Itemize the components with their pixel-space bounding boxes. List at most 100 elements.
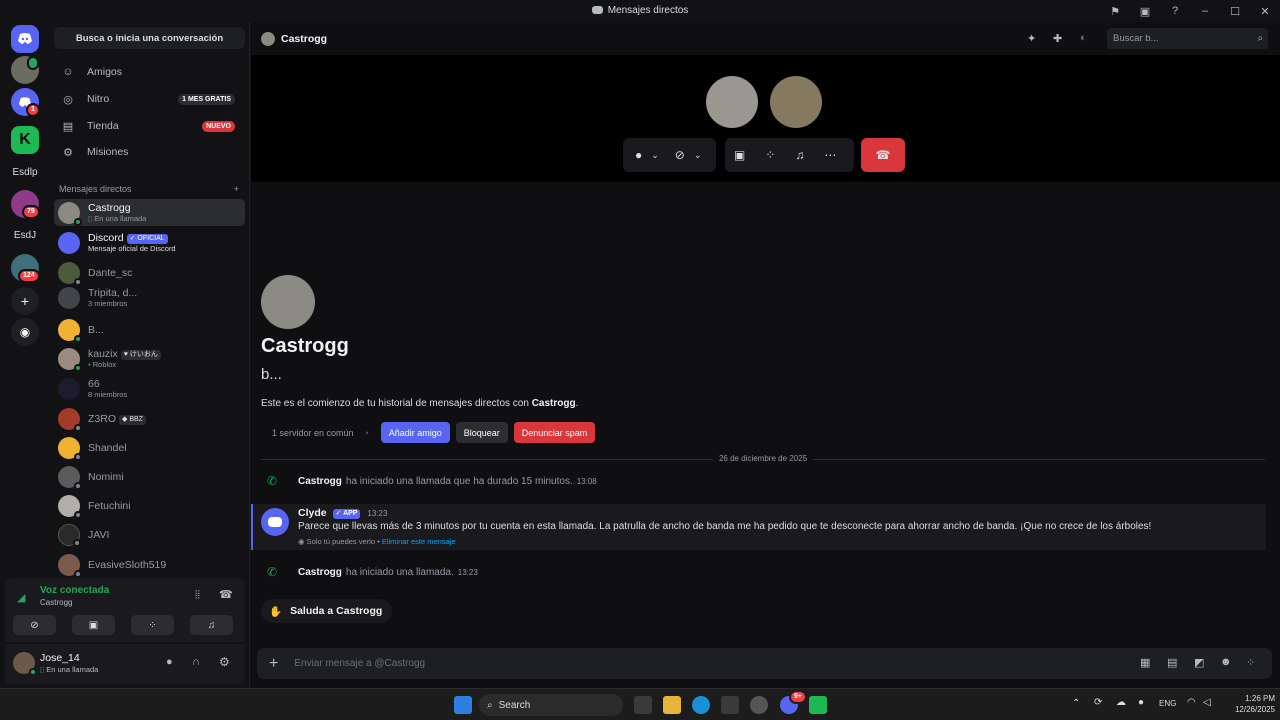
store-icon[interactable]: [721, 696, 739, 714]
help-icon[interactable]: ?: [1160, 0, 1190, 22]
screen-share-button[interactable]: ▣: [72, 615, 115, 635]
dm-item[interactable]: Fetuchini: [54, 492, 245, 519]
call-participant-avatar[interactable]: [706, 76, 758, 128]
chevron-down-icon[interactable]: ⌄: [651, 150, 659, 161]
add-member-icon[interactable]: ✚: [1053, 32, 1062, 45]
pin-icon[interactable]: ✦: [1027, 32, 1036, 45]
cloud-icon[interactable]: ☁: [1116, 697, 1126, 708]
gif-icon[interactable]: ▤: [1167, 656, 1177, 669]
soundboard-icon[interactable]: ♫: [795, 148, 804, 162]
greet-button[interactable]: ✋ Saluda a Castrogg: [261, 599, 393, 623]
activities-button[interactable]: ⁘: [131, 615, 174, 635]
user-avatar[interactable]: [13, 652, 37, 676]
clock[interactable]: 1:26 PM 12/26/2025: [1219, 693, 1275, 715]
sticker-icon[interactable]: ◩: [1194, 656, 1204, 669]
edge-icon[interactable]: [692, 696, 710, 714]
video-off-button[interactable]: ⊘: [13, 615, 56, 635]
server-label-esdj[interactable]: EsdJ: [0, 230, 50, 241]
camera-off-icon[interactable]: ⊘: [675, 148, 685, 162]
close-button[interactable]: ✕: [1250, 0, 1280, 22]
dm-item-group[interactable]: 66 8 miembros: [54, 375, 245, 402]
user-status-text: En una llamada: [46, 665, 99, 674]
activities-icon[interactable]: ⁘: [765, 148, 775, 162]
settings-gear-icon[interactable]: ⚙: [219, 655, 230, 669]
user-profile-icon[interactable]: ◐: [1080, 32, 1087, 44]
add-friend-button[interactable]: Añadir amigo: [380, 422, 450, 443]
dm-item[interactable]: kauzix ♥ けいおん ▪ Roblox: [54, 345, 245, 372]
discover-icon[interactable]: ◉: [11, 318, 39, 346]
nav-nitro[interactable]: ◎ Nitro 1 MES GRATIS: [54, 87, 245, 111]
headphones-icon[interactable]: ∩: [192, 656, 200, 668]
dm-item[interactable]: EvasiveSloth519: [54, 551, 245, 578]
message-input[interactable]: Enviar mensaje a @Castrogg: [294, 658, 425, 669]
dm-item-discord[interactable]: Discord ✓ OFICIAL Mensaje oficial de Disco…: [54, 229, 245, 256]
steam-icon[interactable]: [750, 696, 768, 714]
dm-item-group[interactable]: Tripita, d... 3 miembros: [54, 284, 245, 311]
file-explorer-icon[interactable]: [663, 696, 681, 714]
dm-item[interactable]: JAVI: [54, 521, 245, 548]
server-label-esdlp[interactable]: Esdlp: [0, 167, 50, 178]
header-search-input[interactable]: Buscar b... ⌕: [1107, 28, 1268, 49]
start-icon[interactable]: [454, 696, 472, 714]
flag-icon[interactable]: ⚑: [1100, 0, 1130, 22]
task-view-icon[interactable]: [634, 696, 652, 714]
dm-item[interactable]: B...: [54, 316, 245, 343]
kick-icon[interactable]: [809, 696, 827, 714]
message-author[interactable]: Castrogg: [298, 567, 342, 578]
chevron-up-icon[interactable]: ⌃: [1072, 698, 1080, 709]
call-participant-avatar[interactable]: [770, 76, 822, 128]
gift-icon[interactable]: ▦: [1140, 656, 1150, 669]
wifi-icon[interactable]: ◠: [1187, 697, 1196, 708]
attach-plus-icon[interactable]: +: [269, 655, 278, 673]
mic-icon[interactable]: ●: [635, 148, 642, 162]
dm-item[interactable]: Nomimi: [54, 463, 245, 490]
block-button[interactable]: Bloquear: [455, 422, 508, 443]
nitro-pill: 1 MES GRATIS: [178, 93, 235, 105]
voice-channel[interactable]: Castrogg: [40, 598, 72, 607]
nav-store[interactable]: ▤ Tienda NUEVO: [54, 114, 245, 138]
message-author[interactable]: Castrogg: [298, 476, 342, 487]
dm-item[interactable]: Z3RO ◆ BBZ: [54, 405, 245, 432]
volume-icon[interactable]: ◁: [1203, 697, 1211, 708]
username[interactable]: Jose_14: [40, 652, 80, 664]
delete-message-link[interactable]: Eliminar este mensaje: [382, 537, 456, 546]
chevron-down-icon[interactable]: ⌄: [694, 150, 702, 161]
report-spam-button[interactable]: Denunciar spam: [513, 422, 596, 443]
noise-suppression-icon[interactable]: ⦙⦙: [195, 589, 200, 602]
screen-share-icon[interactable]: ▣: [734, 148, 745, 162]
home-button[interactable]: [11, 25, 39, 53]
dm-item[interactable]: Shandel: [54, 434, 245, 461]
mic-tray-icon[interactable]: ●: [1138, 697, 1144, 708]
nav-friends[interactable]: ☺ Amigos: [54, 60, 245, 84]
sync-icon[interactable]: ⟳: [1094, 697, 1102, 708]
message-author[interactable]: Clyde: [298, 507, 327, 519]
more-icon[interactable]: ⋯: [824, 148, 836, 162]
message-text: ha iniciado una llamada que ha durado 15…: [345, 475, 573, 487]
avatar: [58, 436, 82, 461]
mutual-servers[interactable]: 1 servidor en común: [272, 428, 354, 438]
disconnect-icon[interactable]: ☎: [219, 588, 233, 601]
apps-icon[interactable]: ⁘: [1246, 656, 1255, 669]
dm-sub: 3 miembros: [88, 299, 128, 308]
hang-up-button[interactable]: ☎: [861, 138, 905, 172]
dm-item-castrogg[interactable]: Castrogg ▯ En una llamada: [54, 199, 245, 226]
profile-avatar[interactable]: [261, 275, 315, 329]
clyde-avatar[interactable]: [261, 508, 289, 536]
language-indicator[interactable]: ENG: [1159, 699, 1176, 708]
new-dm-plus-icon[interactable]: +: [234, 184, 239, 194]
soundboard-button[interactable]: ♫: [190, 615, 233, 635]
add-server-icon[interactable]: +: [11, 287, 39, 315]
search-conversation-button[interactable]: Busca o inicia una conversación: [54, 27, 245, 49]
server-k[interactable]: K: [11, 126, 39, 154]
mic-icon[interactable]: ●: [166, 656, 173, 668]
dm-item[interactable]: Dante_sc: [54, 259, 245, 286]
mic-control[interactable]: ● ⌄ ⊘ ⌄: [623, 138, 716, 172]
minimize-button[interactable]: –: [1190, 0, 1220, 22]
nav-quests[interactable]: ⚙ Misiones: [54, 140, 245, 164]
screen-share-icon[interactable]: ▣: [1130, 0, 1160, 22]
dm-name: 66: [88, 378, 100, 390]
taskbar-search[interactable]: ⌕ Search: [479, 694, 623, 716]
maximize-button[interactable]: ☐: [1220, 0, 1250, 22]
emoji-icon[interactable]: ☻: [1220, 656, 1232, 668]
message-composer[interactable]: + Enviar mensaje a @Castrogg ▦ ▤ ◩ ☻ ⁘: [257, 648, 1272, 679]
